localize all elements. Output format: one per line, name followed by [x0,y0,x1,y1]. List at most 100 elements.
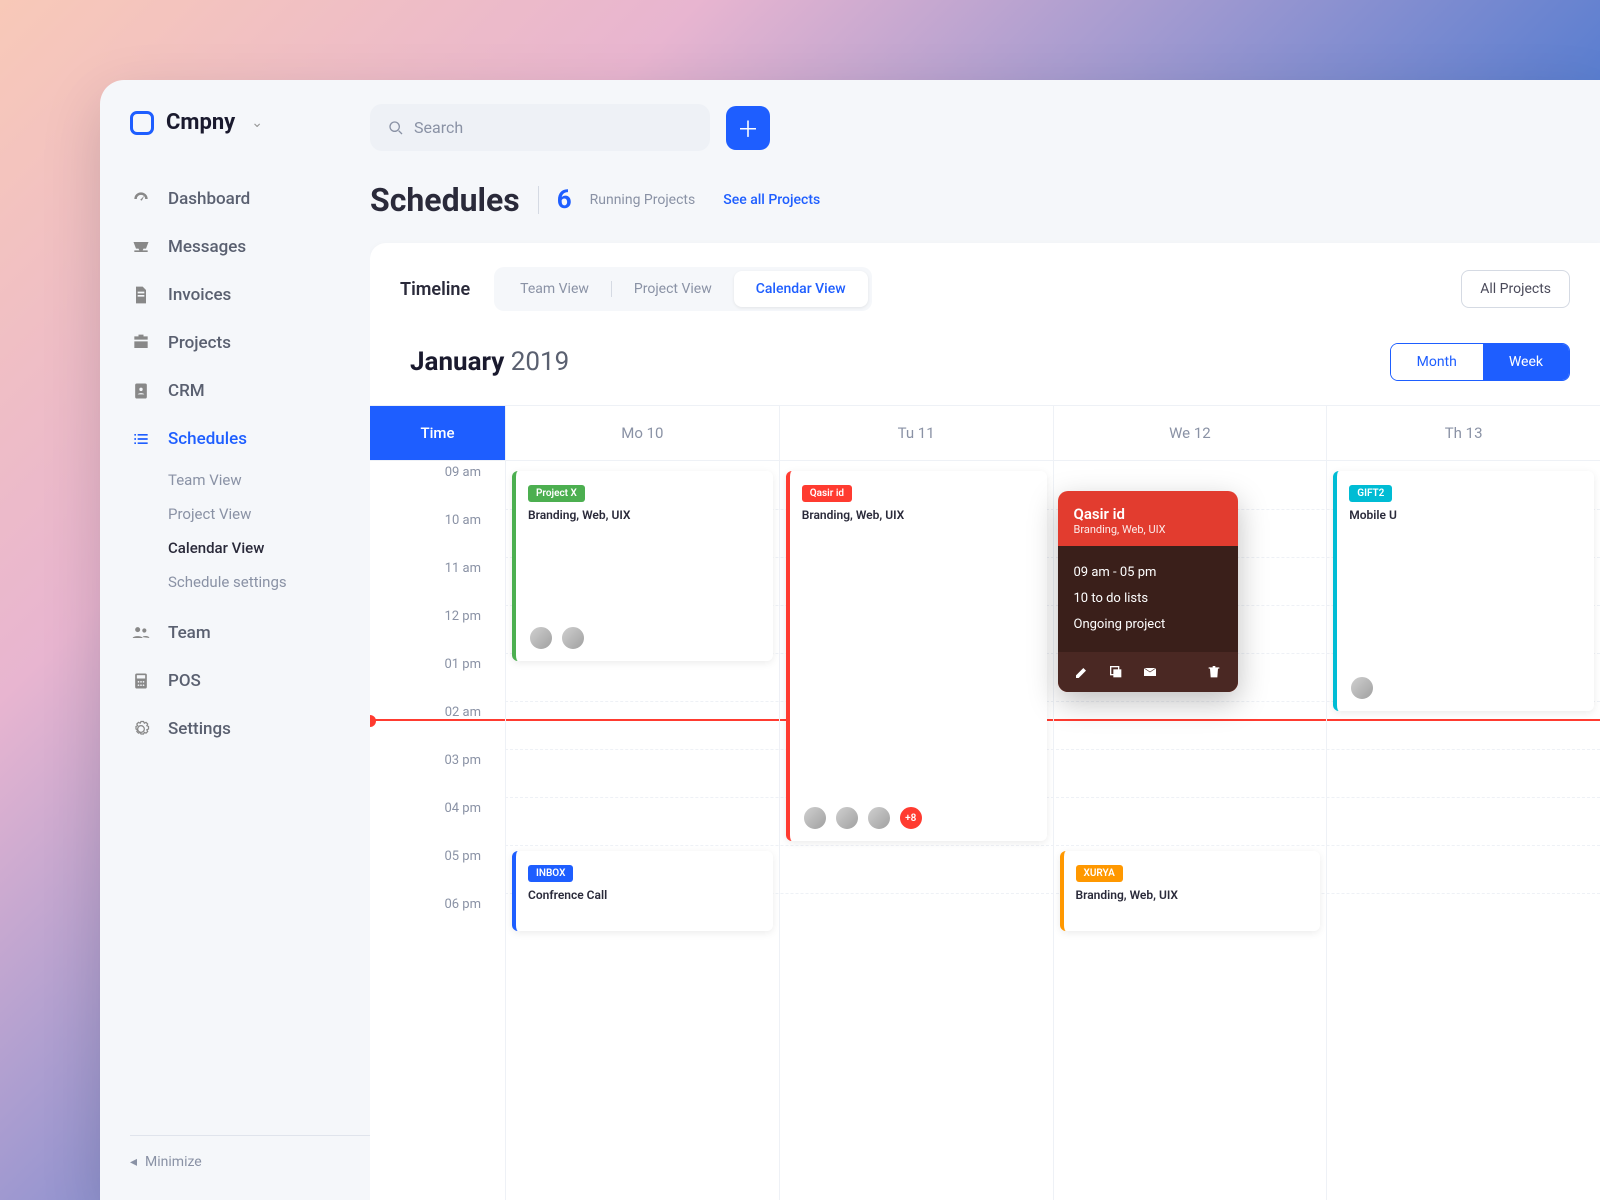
tab-calendar-view[interactable]: Calendar View [734,271,868,307]
sidebar-item-messages[interactable]: Messages [130,223,370,271]
sidebar-item-settings[interactable]: Settings [130,705,370,753]
app-window: Cmpny ⌄ Dashboard Messages Invoices Proj… [100,80,1600,1200]
month-name: January [410,347,504,377]
sidebar-item-label: POS [168,671,201,691]
time-column: 09 am 10 am 11 am 12 pm 01 pm 02 am 03 p… [370,461,505,1200]
event-popup[interactable]: Qasir id Branding, Web, UIX 09 am - 05 p… [1058,491,1238,692]
event-tag: INBOX [528,865,573,882]
timeline-panel: Timeline Team View Project View Calendar… [370,243,1600,1200]
search-icon [388,120,404,136]
add-button[interactable]: ＋ [726,106,770,150]
event-gift2[interactable]: GIFT2 Mobile U [1333,471,1594,711]
mail-icon[interactable] [1142,664,1158,680]
day-column: Qasir id Branding, Web, UIX +8 [779,461,1053,1200]
time-label: 11 am [370,557,505,605]
sidebar-item-label: Dashboard [168,189,250,209]
brand-switcher[interactable]: Cmpny ⌄ [130,110,370,135]
tab-team-view[interactable]: Team View [498,271,611,307]
view-tabs: Team View Project View Calendar View [494,267,871,311]
event-subtitle: Confrence Call [528,888,761,902]
avatar [1349,675,1375,701]
submenu-team-view[interactable]: Team View [168,463,370,497]
popup-time: 09 am - 05 pm [1074,560,1222,586]
time-label: 02 am [370,701,505,749]
day-column: Project X Branding, Web, UIX INBOX Confr… [505,461,779,1200]
avatar [560,625,586,651]
event-xurya[interactable]: XURYA Branding, Web, UIX [1060,851,1321,931]
main-content: Search ＋ Schedules 6 Running Projects Se… [370,80,1600,1200]
sidebar-item-dashboard[interactable]: Dashboard [130,175,370,223]
contact-icon [130,380,152,402]
popup-status: Ongoing project [1074,612,1222,638]
divider [538,186,539,214]
briefcase-icon [130,332,152,354]
tab-project-view[interactable]: Project View [612,271,734,307]
avatar [834,805,860,831]
time-label: 09 am [370,461,505,509]
logo-icon [130,111,154,135]
edit-icon[interactable] [1074,664,1090,680]
popup-todos: 10 to do lists [1074,586,1222,612]
sidebar-item-label: Team [168,623,211,643]
avatar [866,805,892,831]
event-avatars: +8 [802,805,924,831]
popup-subtitle: Branding, Web, UIX [1074,523,1222,536]
copy-icon[interactable] [1108,664,1124,680]
month-selector-row: January 2019 Month Week [370,335,1600,405]
event-project-x[interactable]: Project X Branding, Web, UIX [512,471,773,661]
event-qasir-id[interactable]: Qasir id Branding, Web, UIX +8 [786,471,1047,841]
event-subtitle: Branding, Web, UIX [1076,888,1309,902]
submenu-calendar-view[interactable]: Calendar View [168,531,370,565]
days-grid: Project X Branding, Web, UIX INBOX Confr… [505,461,1600,1200]
event-inbox[interactable]: INBOX Confrence Call [512,851,773,931]
panel-title: Timeline [400,279,470,300]
calculator-icon [130,670,152,692]
submenu-project-view[interactable]: Project View [168,497,370,531]
gauge-icon [130,188,152,210]
day-header: Tu 11 [779,406,1053,460]
sidebar-item-invoices[interactable]: Invoices [130,271,370,319]
running-count: 6 [557,185,572,215]
event-subtitle: Branding, Web, UIX [802,508,1035,522]
popup-actions [1058,652,1238,692]
document-icon [130,284,152,306]
range-month-button[interactable]: Month [1391,344,1483,380]
sidebar-item-label: Projects [168,333,231,353]
sidebar-item-label: Messages [168,237,246,257]
sidebar: Cmpny ⌄ Dashboard Messages Invoices Proj… [100,80,370,1200]
minimize-label: Minimize [145,1154,202,1170]
calendar-grid: Time Mo 10 Tu 11 We 12 Th 13 09 am 10 am… [370,405,1600,1200]
minimize-sidebar[interactable]: ◂ Minimize [130,1135,370,1170]
time-label: 10 am [370,509,505,557]
sidebar-item-pos[interactable]: POS [130,657,370,705]
sidebar-item-crm[interactable]: CRM [130,367,370,415]
day-header: Th 13 [1326,406,1600,460]
page-header: Schedules 6 Running Projects See all Pro… [370,171,1600,243]
sidebar-item-label: Invoices [168,285,231,305]
sidebar-item-label: CRM [168,381,205,401]
time-label: 05 pm [370,845,505,893]
event-subtitle: Branding, Web, UIX [528,508,761,522]
sidebar-item-projects[interactable]: Projects [130,319,370,367]
topbar: Search ＋ [370,80,1600,171]
month-label: January 2019 [410,347,569,377]
search-input[interactable]: Search [370,104,710,151]
brand-name: Cmpny [166,110,235,135]
month-year: 2019 [511,347,569,377]
chevron-down-icon: ⌄ [251,115,263,131]
time-label: 01 pm [370,653,505,701]
calendar-body[interactable]: 09 am 10 am 11 am 12 pm 01 pm 02 am 03 p… [370,461,1600,1200]
submenu-schedule-settings[interactable]: Schedule settings [168,565,370,599]
sidebar-item-team[interactable]: Team [130,609,370,657]
trash-icon[interactable] [1206,664,1222,680]
chevron-left-icon: ◂ [130,1154,137,1170]
time-column-header: Time [370,406,505,460]
range-week-button[interactable]: Week [1483,344,1569,380]
sidebar-item-schedules[interactable]: Schedules [130,415,370,463]
page-title: Schedules [370,181,520,219]
see-all-projects-link[interactable]: See all Projects [723,192,820,208]
inbox-icon [130,236,152,258]
project-filter-dropdown[interactable]: All Projects [1461,270,1570,308]
time-label: 03 pm [370,749,505,797]
event-tag: Qasir id [802,485,852,502]
